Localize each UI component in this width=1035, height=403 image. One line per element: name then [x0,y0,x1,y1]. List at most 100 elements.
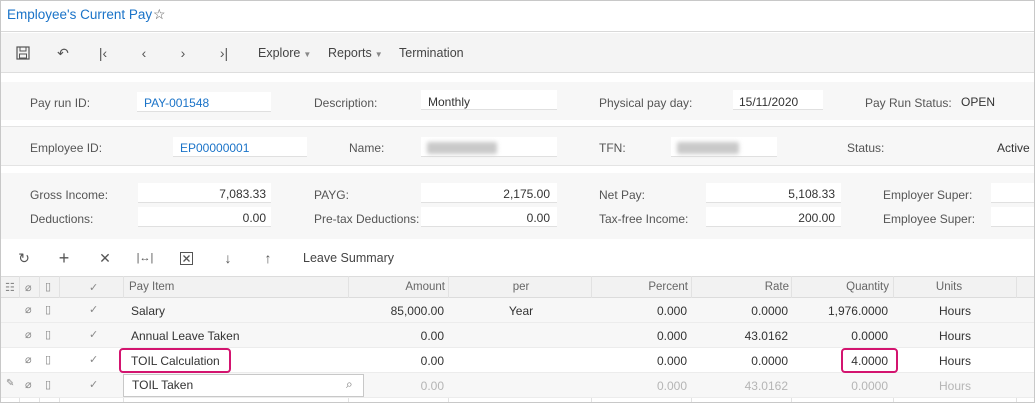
net-pay-value: 5,108.33 [788,187,835,201]
employee-section: Employee ID: EP00000001 Name: TFN: Statu… [1,126,1034,166]
title-bar: Employee's Current Pay ☆ [1,1,1034,32]
redacted-tfn [677,142,739,154]
col-pay-item[interactable]: Pay Item [129,281,174,293]
move-down-icon[interactable]: ↓ [219,249,237,267]
pay-run-id-link[interactable]: PAY-001548 [144,96,209,110]
add-row-icon[interactable]: + [55,248,73,268]
grid-toolbar: ↻ + ✕ |↔| ↓ ↑ Leave Summary [1,241,1034,276]
check-icon: ✓ [89,354,99,366]
next-record-icon[interactable]: › [174,44,192,62]
gross-income-value: 7,083.33 [219,187,266,201]
cell-units[interactable]: Hours [895,354,1015,368]
last-record-icon[interactable]: ›| [215,44,233,62]
column-settings-icon[interactable]: ☷ [5,281,15,294]
cell-percent[interactable]: 0.000 [594,379,687,393]
undo-icon[interactable]: ↶ [54,44,72,62]
physical-pay-day-label: Physical pay day: [599,96,693,110]
first-record-icon[interactable]: |‹ [94,44,112,62]
move-up-icon[interactable]: ↑ [259,249,277,267]
col-percent[interactable]: Percent [594,281,688,293]
cell-quantity[interactable]: 0.0000 [793,379,888,393]
edit-pencil-icon: ✎ [6,378,15,389]
check-icon: ✓ [89,304,99,316]
col-units[interactable]: Units [895,281,1003,293]
tax-free-income-label: Tax-free Income: [599,212,689,226]
cell-amount[interactable]: 0.00 [351,329,444,343]
grid-header: ☷ ⌀ ▯ ✓ Pay Item Amount per Percent Rate… [1,276,1034,298]
note-icon[interactable]: ▯ [45,353,51,366]
col-amount[interactable]: Amount [351,281,445,293]
explore-menu[interactable]: Explore ▼ [258,46,311,60]
net-pay-label: Net Pay: [599,188,646,202]
payg-value: 2,175.00 [503,187,550,201]
search-icon[interactable]: ⌕ [346,377,353,392]
col-per[interactable]: per [451,281,591,293]
note-icon[interactable]: ▯ [45,328,51,341]
pay-item-selector[interactable]: TOIL Taken ⌕ [123,374,364,397]
highlight-toil-quantity [841,348,898,373]
termination-button[interactable]: Termination [399,46,464,60]
check-header-icon: ✓ [89,282,99,294]
col-rate[interactable]: Rate [693,281,789,293]
employer-super-field [991,183,1034,203]
cell-per[interactable]: Year [451,304,591,318]
cell-pay-item[interactable]: Salary [131,304,165,318]
note-icon[interactable]: ▯ [45,378,51,391]
attachment-icon[interactable]: ⌀ [25,303,32,316]
refresh-icon[interactable]: ↻ [15,249,33,267]
col-quantity[interactable]: Quantity [793,281,889,293]
pay-item-selector-value: TOIL Taken [132,378,194,392]
attachment-icon[interactable]: ⌀ [25,378,32,391]
status-label: Status: [847,141,885,155]
description-value: Monthly [428,95,471,109]
save-icon[interactable] [14,44,32,62]
note-header-icon: ▯ [45,281,52,293]
note-icon[interactable]: ▯ [45,303,51,316]
page-title: Employee's Current Pay [7,7,153,22]
cell-amount[interactable]: 85,000.00 [351,304,444,318]
employer-super-label: Employer Super: [883,188,973,202]
attachment-icon[interactable]: ⌀ [25,353,32,366]
cell-rate[interactable]: 0.0000 [693,304,788,318]
cell-rate[interactable]: 0.0000 [693,354,788,368]
cell-quantity[interactable]: 1,976.0000 [793,304,888,318]
table-row[interactable]: ⌀ ▯ ✓ Salary 85,000.00 Year 0.000 0.0000… [1,298,1034,323]
employee-super-field [991,207,1034,227]
cell-amount[interactable]: 0.00 [351,354,444,368]
pretax-deductions-label: Pre-tax Deductions: [314,212,420,226]
previous-record-icon[interactable]: ‹ [135,44,153,62]
delete-row-icon[interactable]: ✕ [96,249,114,267]
attachment-icon[interactable]: ⌀ [25,328,32,341]
cell-quantity[interactable]: 0.0000 [793,329,888,343]
cell-percent[interactable]: 0.000 [594,304,687,318]
pay-run-status-value: OPEN [961,95,996,109]
cell-rate[interactable]: 43.0162 [693,379,788,393]
check-icon: ✓ [89,379,99,391]
employee-id-link[interactable]: EP00000001 [180,141,249,155]
reports-menu[interactable]: Reports ▼ [328,46,383,60]
fit-columns-icon[interactable]: |↔| [136,249,154,267]
favorite-star-icon[interactable]: ☆ [153,6,166,23]
physical-pay-day-value: 15/11/2020 [739,95,799,109]
description-label: Description: [314,96,378,110]
cell-amount[interactable]: 0.00 [351,379,444,393]
attachment-header-icon: ⌀ [25,282,32,294]
cell-pay-item[interactable]: Annual Leave Taken [131,329,240,343]
highlight-toil-calculation [119,348,231,373]
cell-percent[interactable]: 0.000 [594,354,687,368]
cell-rate[interactable]: 43.0162 [693,329,788,343]
pay-run-status-label: Pay Run Status: [865,96,952,110]
cell-units[interactable]: Hours [895,379,1015,393]
leave-summary-button[interactable]: Leave Summary [303,251,394,265]
cell-units[interactable]: Hours [895,304,1015,318]
gross-income-label: Gross Income: [30,188,109,202]
cell-units[interactable]: Hours [895,329,1015,343]
export-excel-icon[interactable] [177,249,195,267]
tfn-label: TFN: [599,141,626,155]
name-label: Name: [349,141,385,155]
table-row[interactable]: ⌀ ▯ ✓ Annual Leave Taken 0.00 0.000 43.0… [1,323,1034,348]
check-icon: ✓ [89,329,99,341]
employee-super-label: Employee Super: [883,212,976,226]
cell-percent[interactable]: 0.000 [594,329,687,343]
deductions-value: 0.00 [242,211,266,225]
